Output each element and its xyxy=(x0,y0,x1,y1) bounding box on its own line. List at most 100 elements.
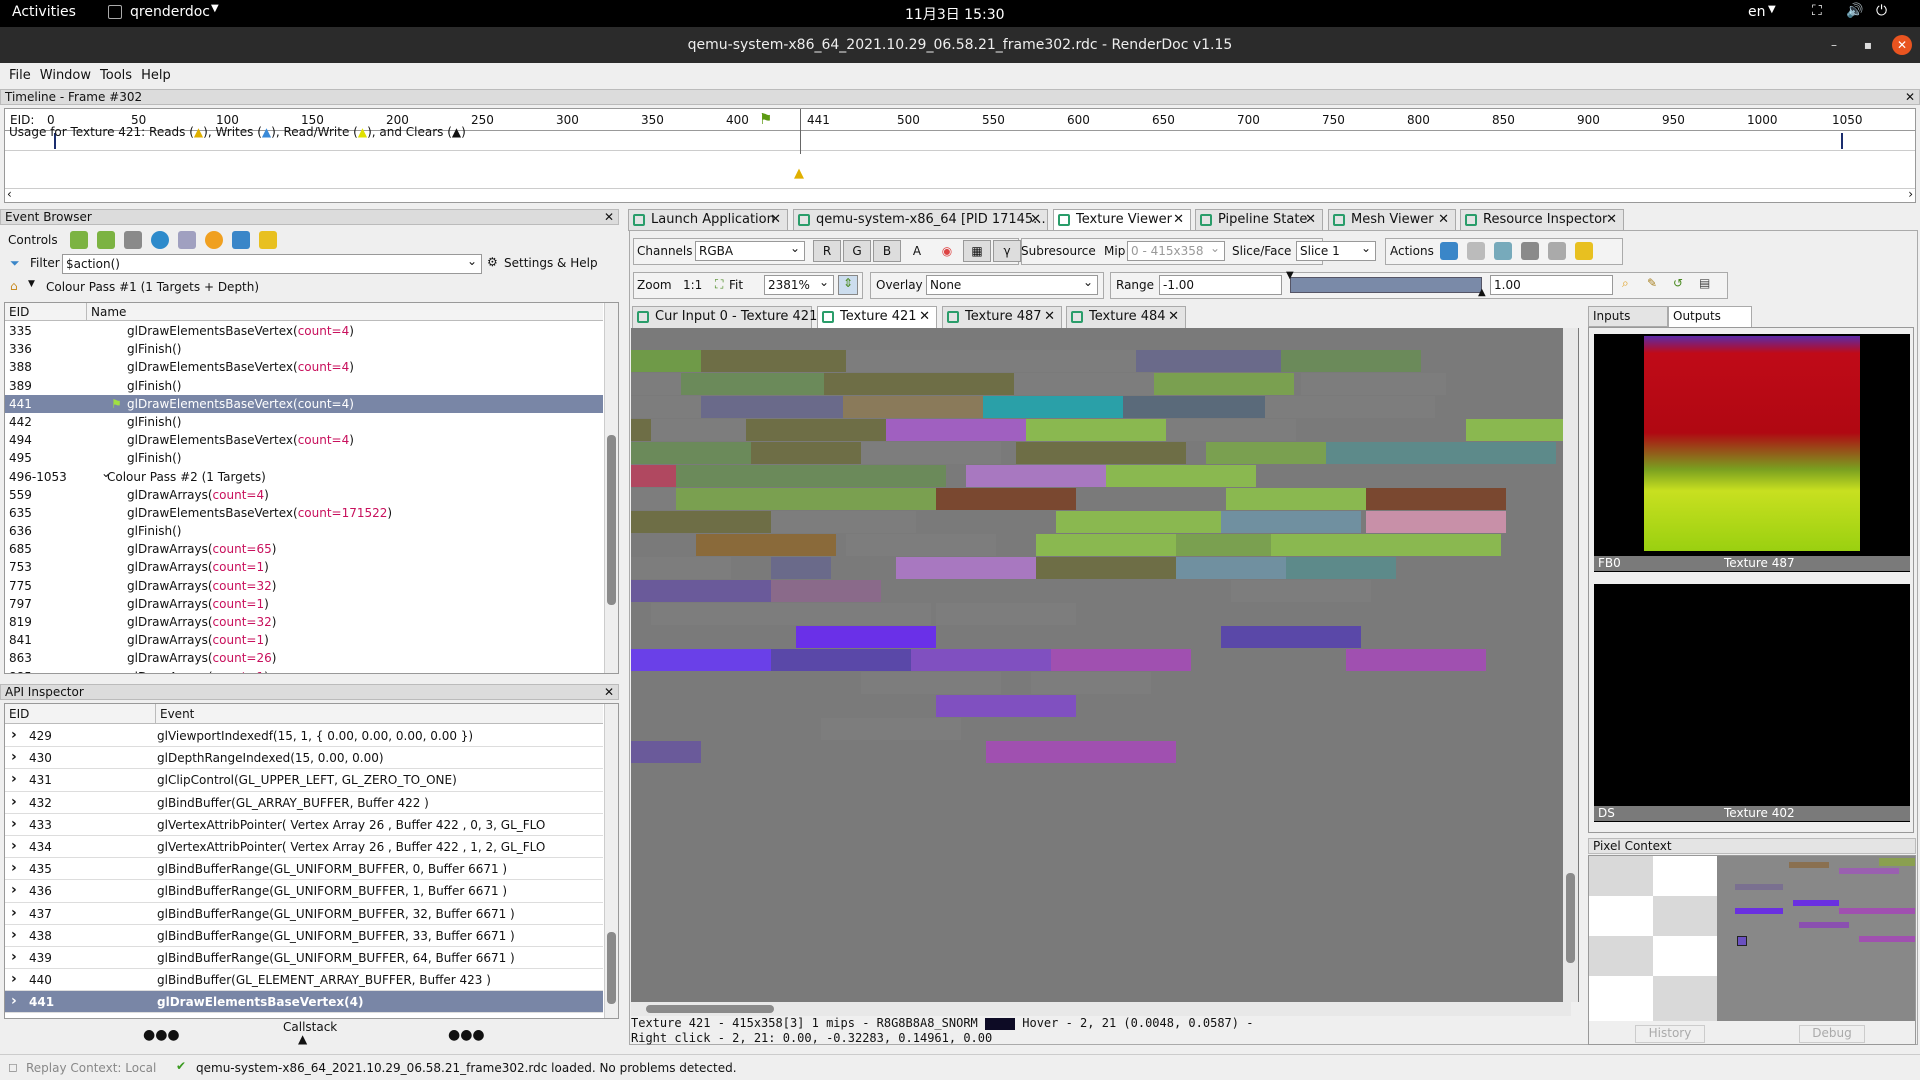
chevron-right-icon[interactable]: › xyxy=(11,968,17,990)
red-channel-toggle[interactable]: R xyxy=(813,240,841,262)
slice-select[interactable]: Slice 1 xyxy=(1296,239,1376,261)
event-scrollbar[interactable] xyxy=(604,303,618,673)
api-row[interactable]: › 433 glVertexAttribPointer( Vertex Array … xyxy=(5,814,603,836)
range-histogram[interactable] xyxy=(1290,277,1482,293)
api-row[interactable]: › 436 glBindBufferRange(GL_UNIFORM_BUFFER,… xyxy=(5,880,603,903)
zoom-select[interactable]: 2381% xyxy=(764,273,834,295)
fit-button[interactable]: Fit xyxy=(729,278,743,292)
clock[interactable]: 11月3日 15:30 xyxy=(905,4,1005,24)
event-row[interactable]: 496-1053 ⌄ Colour Pass #2 (1 Targets) xyxy=(5,466,603,486)
event-row[interactable]: 441 ⚑ glDrawElementsBaseVertex(count=4) xyxy=(5,394,603,413)
scroll-thumb[interactable] xyxy=(607,932,616,1004)
column-eid[interactable]: EID xyxy=(9,305,29,319)
green-channel-toggle[interactable]: G xyxy=(843,240,871,262)
tab-pipeline[interactable]: Pipeline State ✕ xyxy=(1195,209,1323,231)
chevron-right-icon[interactable]: › xyxy=(11,990,17,1012)
event-row[interactable]: 775 glDrawArrays(count=32) xyxy=(5,577,603,595)
close-icon[interactable]: ✕ xyxy=(1438,210,1449,230)
zoom-1to1-button[interactable]: 1:1 xyxy=(683,278,702,292)
breadcrumb-label[interactable]: Colour Pass #1 (1 Targets + Depth) xyxy=(46,280,259,294)
range-max-handle[interactable]: ▲ xyxy=(1478,287,1486,298)
reset-icon[interactable]: ↺ xyxy=(1673,276,1683,290)
texture-tab[interactable]: Texture 421 ✕ xyxy=(817,306,937,328)
close-icon[interactable]: ✕ xyxy=(1044,307,1055,327)
api-row[interactable]: › 432 glBindBuffer(GL_ARRAY_BUFFER, Buffer… xyxy=(5,792,603,814)
pixel-context-view[interactable] xyxy=(1589,856,1915,1021)
chevron-right-icon[interactable]: › xyxy=(11,724,17,746)
overlay-select[interactable]: None xyxy=(926,273,1098,295)
more-icon[interactable]: ●●● xyxy=(448,1027,485,1043)
scroll-thumb[interactable] xyxy=(646,1005,774,1013)
menu-tools[interactable]: Tools xyxy=(100,68,132,83)
thumbnail-ds[interactable]: DS Texture 402 xyxy=(1594,584,1910,822)
minimize-button[interactable]: – xyxy=(1824,35,1844,55)
tab-launch[interactable]: Launch Application ✕ xyxy=(628,209,788,231)
close-icon[interactable]: ✕ xyxy=(1030,210,1041,230)
tab-qemusystemx8664[interactable]: qemu-system-x86_64 [PID 17145... ✕ xyxy=(793,209,1048,231)
link-icon[interactable] xyxy=(1548,242,1566,260)
texture-tab[interactable]: Texture 487 ✕ xyxy=(942,306,1062,328)
api-row[interactable]: › 434 glVertexAttribPointer( Vertex Array … xyxy=(5,835,603,859)
binoculars-icon[interactable] xyxy=(124,231,142,249)
chevron-up-icon[interactable]: ▲ xyxy=(298,1032,307,1046)
menu-window[interactable]: Window xyxy=(40,68,91,83)
language-indicator[interactable]: en xyxy=(1748,4,1766,20)
timeline-scrollbar[interactable]: ‹ › xyxy=(5,187,1915,202)
activities-button[interactable]: Activities xyxy=(12,4,76,20)
mip-select[interactable]: 0 - 415x358 xyxy=(1127,239,1225,261)
gear-icon[interactable] xyxy=(205,231,223,249)
tab-inputs[interactable]: Inputs xyxy=(1588,306,1668,327)
api-row[interactable]: › 441 glDrawElementsBaseVertex(4) xyxy=(5,990,603,1014)
bookmark-icon[interactable] xyxy=(259,231,277,249)
debug-button[interactable]: Debug xyxy=(1799,1025,1865,1043)
chevron-right-icon[interactable]: › xyxy=(11,835,17,857)
blue-channel-toggle[interactable]: B xyxy=(873,240,901,262)
texture-canvas[interactable] xyxy=(631,328,1579,1002)
bookmark-icon[interactable] xyxy=(1575,242,1593,260)
home-icon[interactable]: ⌂ xyxy=(10,279,18,293)
menu-file[interactable]: File xyxy=(9,68,31,83)
history-button[interactable]: History xyxy=(1635,1025,1705,1043)
network-icon[interactable]: ⛶ xyxy=(1812,3,1822,19)
close-icon[interactable]: ✕ xyxy=(604,685,614,699)
chevron-down-icon[interactable]: ▼ xyxy=(28,279,35,289)
texture-tab[interactable]: Texture 484 ✕ xyxy=(1066,306,1186,328)
event-row[interactable]: 559 glDrawArrays(count=4) xyxy=(5,486,603,504)
range-min-handle[interactable]: ▼ xyxy=(1286,270,1294,281)
power-icon[interactable]: ⏻ xyxy=(1876,3,1887,19)
chevron-right-icon[interactable]: › xyxy=(11,857,17,879)
event-row[interactable]: 388 glDrawElementsBaseVertex(count=4) xyxy=(5,358,603,376)
arrow-right-icon[interactable] xyxy=(97,231,115,249)
api-row[interactable]: › 431 glClipControl(GL_UPPER_LEFT, GL_ZERO… xyxy=(5,768,603,792)
app-menu[interactable]: qrenderdoc xyxy=(130,4,210,20)
gear-icon[interactable]: ⚙ xyxy=(487,255,498,269)
chevron-right-icon[interactable]: › xyxy=(11,746,17,768)
api-row[interactable]: › 439 glBindBufferRange(GL_UNIFORM_BUFFER,… xyxy=(5,947,603,970)
gamma-toggle[interactable]: γ xyxy=(993,240,1021,262)
event-row[interactable]: 389 glFinish() xyxy=(5,377,603,395)
close-button[interactable]: ✕ xyxy=(1892,35,1912,55)
save-icon[interactable] xyxy=(232,231,250,249)
color-wheel-icon[interactable]: ◉ xyxy=(933,240,961,262)
save-icon[interactable] xyxy=(1440,242,1458,260)
close-icon[interactable]: ✕ xyxy=(1905,90,1915,104)
chevron-right-icon[interactable]: › xyxy=(11,813,17,835)
close-icon[interactable]: ✕ xyxy=(604,210,614,224)
range-min-input[interactable]: -1.00 xyxy=(1159,275,1282,295)
wand-icon[interactable]: ✎ xyxy=(1647,276,1657,290)
fit-icon[interactable]: ⛶ xyxy=(715,277,723,292)
maximize-button[interactable]: ▪ xyxy=(1858,35,1878,55)
chevron-right-icon[interactable]: › xyxy=(11,768,17,790)
column-event[interactable]: Event xyxy=(160,707,194,721)
tab-outputs[interactable]: Outputs xyxy=(1668,306,1752,327)
scroll-thumb[interactable] xyxy=(1566,873,1575,963)
event-row[interactable]: 335 glDrawElementsBaseVertex(count=4) xyxy=(5,322,603,340)
flip-icon[interactable]: ⇕ xyxy=(838,275,858,295)
scroll-left-icon[interactable]: ‹ xyxy=(7,187,12,201)
api-scrollbar[interactable] xyxy=(604,704,618,1018)
api-row[interactable]: › 440 glBindBuffer(GL_ELEMENT_ARRAY_BUFFER… xyxy=(5,968,603,992)
close-icon[interactable]: ✕ xyxy=(1168,307,1179,327)
event-row[interactable]: 797 glDrawArrays(count=1) xyxy=(5,595,603,613)
column-name[interactable]: Name xyxy=(91,305,126,319)
close-icon[interactable]: ✕ xyxy=(770,210,781,230)
